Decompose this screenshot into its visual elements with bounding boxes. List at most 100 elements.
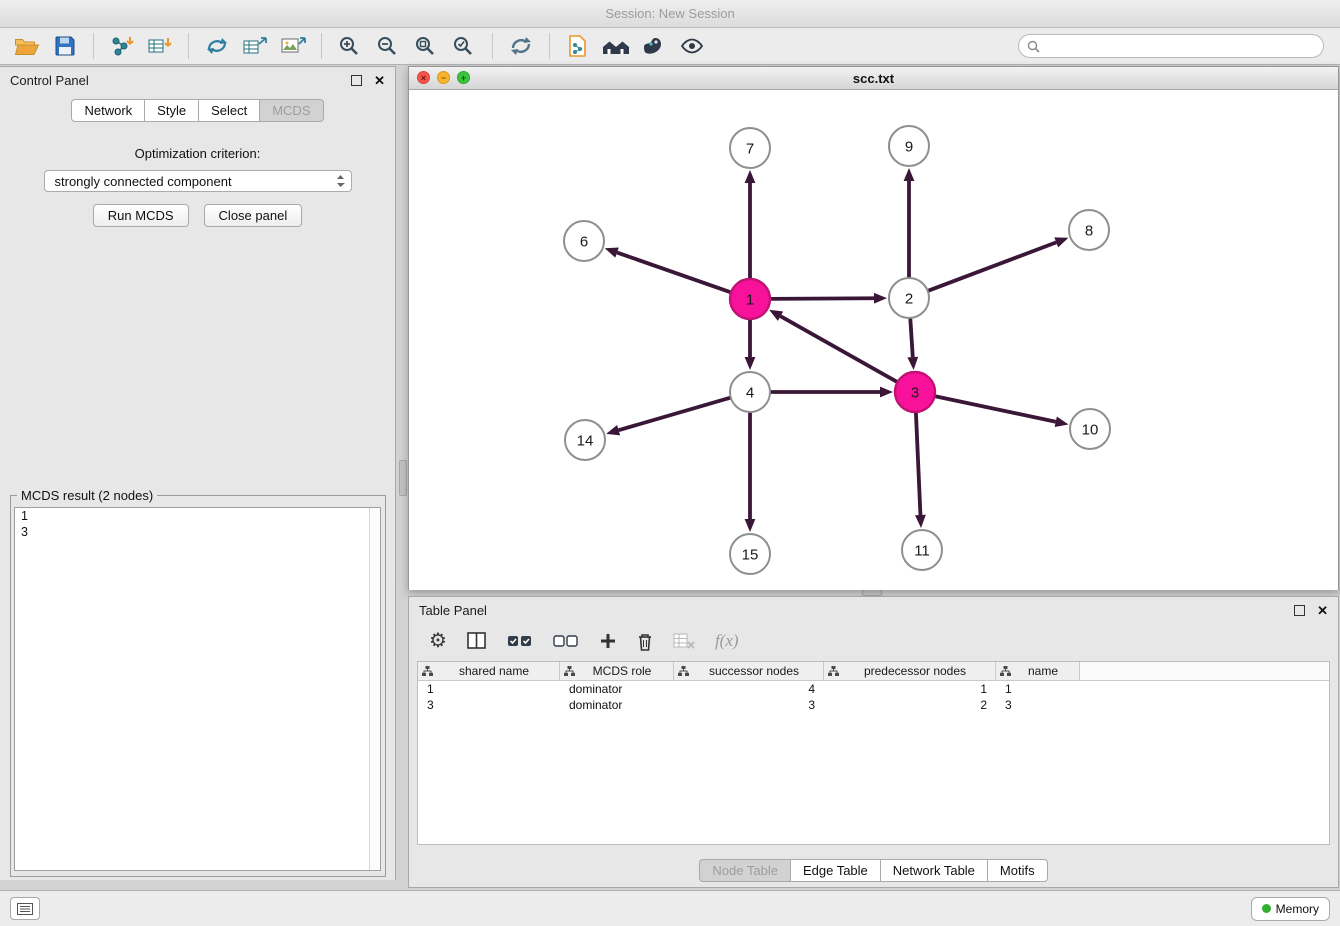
memory-button[interactable]: Memory: [1251, 897, 1330, 921]
mcds-result-list: 13: [15, 508, 380, 540]
zoom-fit-button[interactable]: [409, 31, 443, 61]
graph-node-label: 8: [1085, 223, 1093, 240]
column-header-MCDS-role[interactable]: MCDS role: [560, 662, 674, 680]
search-input[interactable]: [1045, 38, 1315, 54]
graph-node-14[interactable]: 14: [565, 420, 605, 460]
graph-edge-4-14[interactable]: [606, 398, 731, 436]
graph-node-2[interactable]: 2: [889, 278, 929, 318]
apply-style-button[interactable]: [637, 31, 671, 61]
zoom-in-button[interactable]: [333, 31, 367, 61]
table-panel: Table Panel ✕ ⚙ f(x) shared nameMCDS rol…: [408, 596, 1339, 888]
save-session-button[interactable]: [48, 31, 82, 61]
column-header-name[interactable]: name: [996, 662, 1080, 680]
table-row[interactable]: 1dominator411: [418, 681, 1329, 697]
table-tab-motifs[interactable]: Motifs: [988, 859, 1048, 882]
task-history-button[interactable]: [10, 897, 40, 920]
close-panel-icon[interactable]: ✕: [374, 74, 385, 87]
graph-edge-3-1[interactable]: [769, 310, 897, 382]
refresh-layout-button[interactable]: [504, 31, 538, 61]
zoom-out-button[interactable]: [371, 31, 405, 61]
graph-node-15[interactable]: 15: [730, 534, 770, 574]
import-network-button[interactable]: [105, 31, 139, 61]
run-mcds-button[interactable]: Run MCDS: [93, 204, 189, 227]
criterion-select[interactable]: strongly connected component: [44, 170, 352, 192]
open-file-button[interactable]: [10, 31, 44, 61]
network-window-title: scc.txt: [853, 71, 894, 86]
import-table-button[interactable]: [143, 31, 177, 61]
tab-network[interactable]: Network: [71, 99, 145, 122]
delete-column-icon[interactable]: [637, 632, 653, 651]
table-cell: 1: [824, 682, 996, 696]
graph-node-8[interactable]: 8: [1069, 210, 1109, 250]
graph-node-label: 7: [746, 141, 754, 158]
search-icon: [1027, 40, 1040, 53]
zoom-selected-icon: [452, 35, 476, 57]
graph-edge-1-7[interactable]: [745, 170, 756, 279]
graph-edge-3-11[interactable]: [915, 412, 926, 528]
close-window-icon[interactable]: ×: [417, 71, 430, 84]
graph-node-6[interactable]: 6: [564, 221, 604, 261]
export-image-button[interactable]: [276, 31, 310, 61]
graph-node-9[interactable]: 9: [889, 126, 929, 166]
graph-edge-3-10[interactable]: [935, 396, 1069, 427]
new-table-button[interactable]: [238, 31, 272, 61]
toolbar-separator: [188, 33, 189, 59]
select-columns-icon[interactable]: [467, 632, 487, 650]
graph-edge-2-8[interactable]: [928, 237, 1069, 291]
graph-node-11[interactable]: 11: [902, 530, 942, 570]
graph-node-3[interactable]: 3: [895, 372, 935, 412]
graph-edge-1-4[interactable]: [745, 319, 756, 370]
column-header-successor-nodes[interactable]: successor nodes: [674, 662, 824, 680]
mcds-result-group: MCDS result (2 nodes) 13: [10, 495, 386, 877]
status-bar: Memory: [0, 890, 1340, 926]
close-table-panel-icon[interactable]: ✕: [1317, 604, 1328, 617]
network-window-titlebar[interactable]: × − + scc.txt: [409, 67, 1338, 90]
table-settings-gear-icon[interactable]: ⚙: [429, 631, 447, 651]
show-graphics-button[interactable]: [675, 31, 709, 61]
table-tab-edge-table[interactable]: Edge Table: [791, 859, 881, 882]
table-row[interactable]: 3dominator323: [418, 697, 1329, 713]
tab-style[interactable]: Style: [145, 99, 199, 122]
table-cell: 2: [824, 698, 996, 712]
eye-icon: [679, 35, 705, 57]
tab-select[interactable]: Select: [199, 99, 260, 122]
float-table-panel-icon[interactable]: [1294, 605, 1305, 616]
result-scrollbar[interactable]: [369, 508, 380, 870]
list-icon: [17, 903, 33, 915]
minimize-window-icon[interactable]: −: [437, 71, 450, 84]
maximize-window-icon[interactable]: +: [457, 71, 470, 84]
control-panel: Control Panel ✕ NetworkStyleSelectMCDS O…: [0, 66, 396, 880]
zoom-selected-button[interactable]: [447, 31, 481, 61]
graph-edge-1-6[interactable]: [605, 247, 731, 292]
graph-edge-4-3[interactable]: [770, 387, 893, 398]
search-field[interactable]: [1018, 34, 1324, 58]
graph-edge-4-15[interactable]: [745, 412, 756, 532]
column-header-predecessor-nodes[interactable]: predecessor nodes: [824, 662, 996, 680]
toolbar-separator: [93, 33, 94, 59]
graph-node-4[interactable]: 4: [730, 372, 770, 412]
graph-node-7[interactable]: 7: [730, 128, 770, 168]
node-table-body: 1dominator4113dominator323: [418, 681, 1329, 713]
network-canvas[interactable]: 7 9 6 8 1 2 4 3 14 10 15 11: [409, 90, 1338, 590]
graph-node-10[interactable]: 10: [1070, 409, 1110, 449]
network-overview-button[interactable]: [561, 31, 595, 61]
vertical-splitter[interactable]: [397, 66, 407, 880]
float-panel-icon[interactable]: [351, 75, 362, 86]
graph-node-1[interactable]: 1: [730, 279, 770, 319]
horizontal-splitter-grip[interactable]: [862, 589, 882, 596]
graph-edge-2-9[interactable]: [904, 168, 915, 278]
node-table: shared nameMCDS rolesuccessor nodesprede…: [417, 661, 1330, 845]
column-header-shared-name[interactable]: shared name: [418, 662, 560, 680]
add-column-icon[interactable]: [599, 632, 617, 650]
table-tab-node-table[interactable]: Node Table: [699, 859, 791, 882]
graph-edge-1-2[interactable]: [770, 293, 887, 304]
graph-edge-2-3[interactable]: [907, 318, 918, 370]
home-layout-button[interactable]: [599, 31, 633, 61]
table-tab-network-table[interactable]: Network Table: [881, 859, 988, 882]
select-all-icon[interactable]: [507, 634, 533, 648]
splitter-grip[interactable]: [399, 460, 407, 496]
new-network-button[interactable]: [200, 31, 234, 61]
deselect-all-icon[interactable]: [553, 634, 579, 648]
tab-mcds[interactable]: MCDS: [260, 99, 323, 122]
close-panel-button[interactable]: Close panel: [204, 204, 303, 227]
